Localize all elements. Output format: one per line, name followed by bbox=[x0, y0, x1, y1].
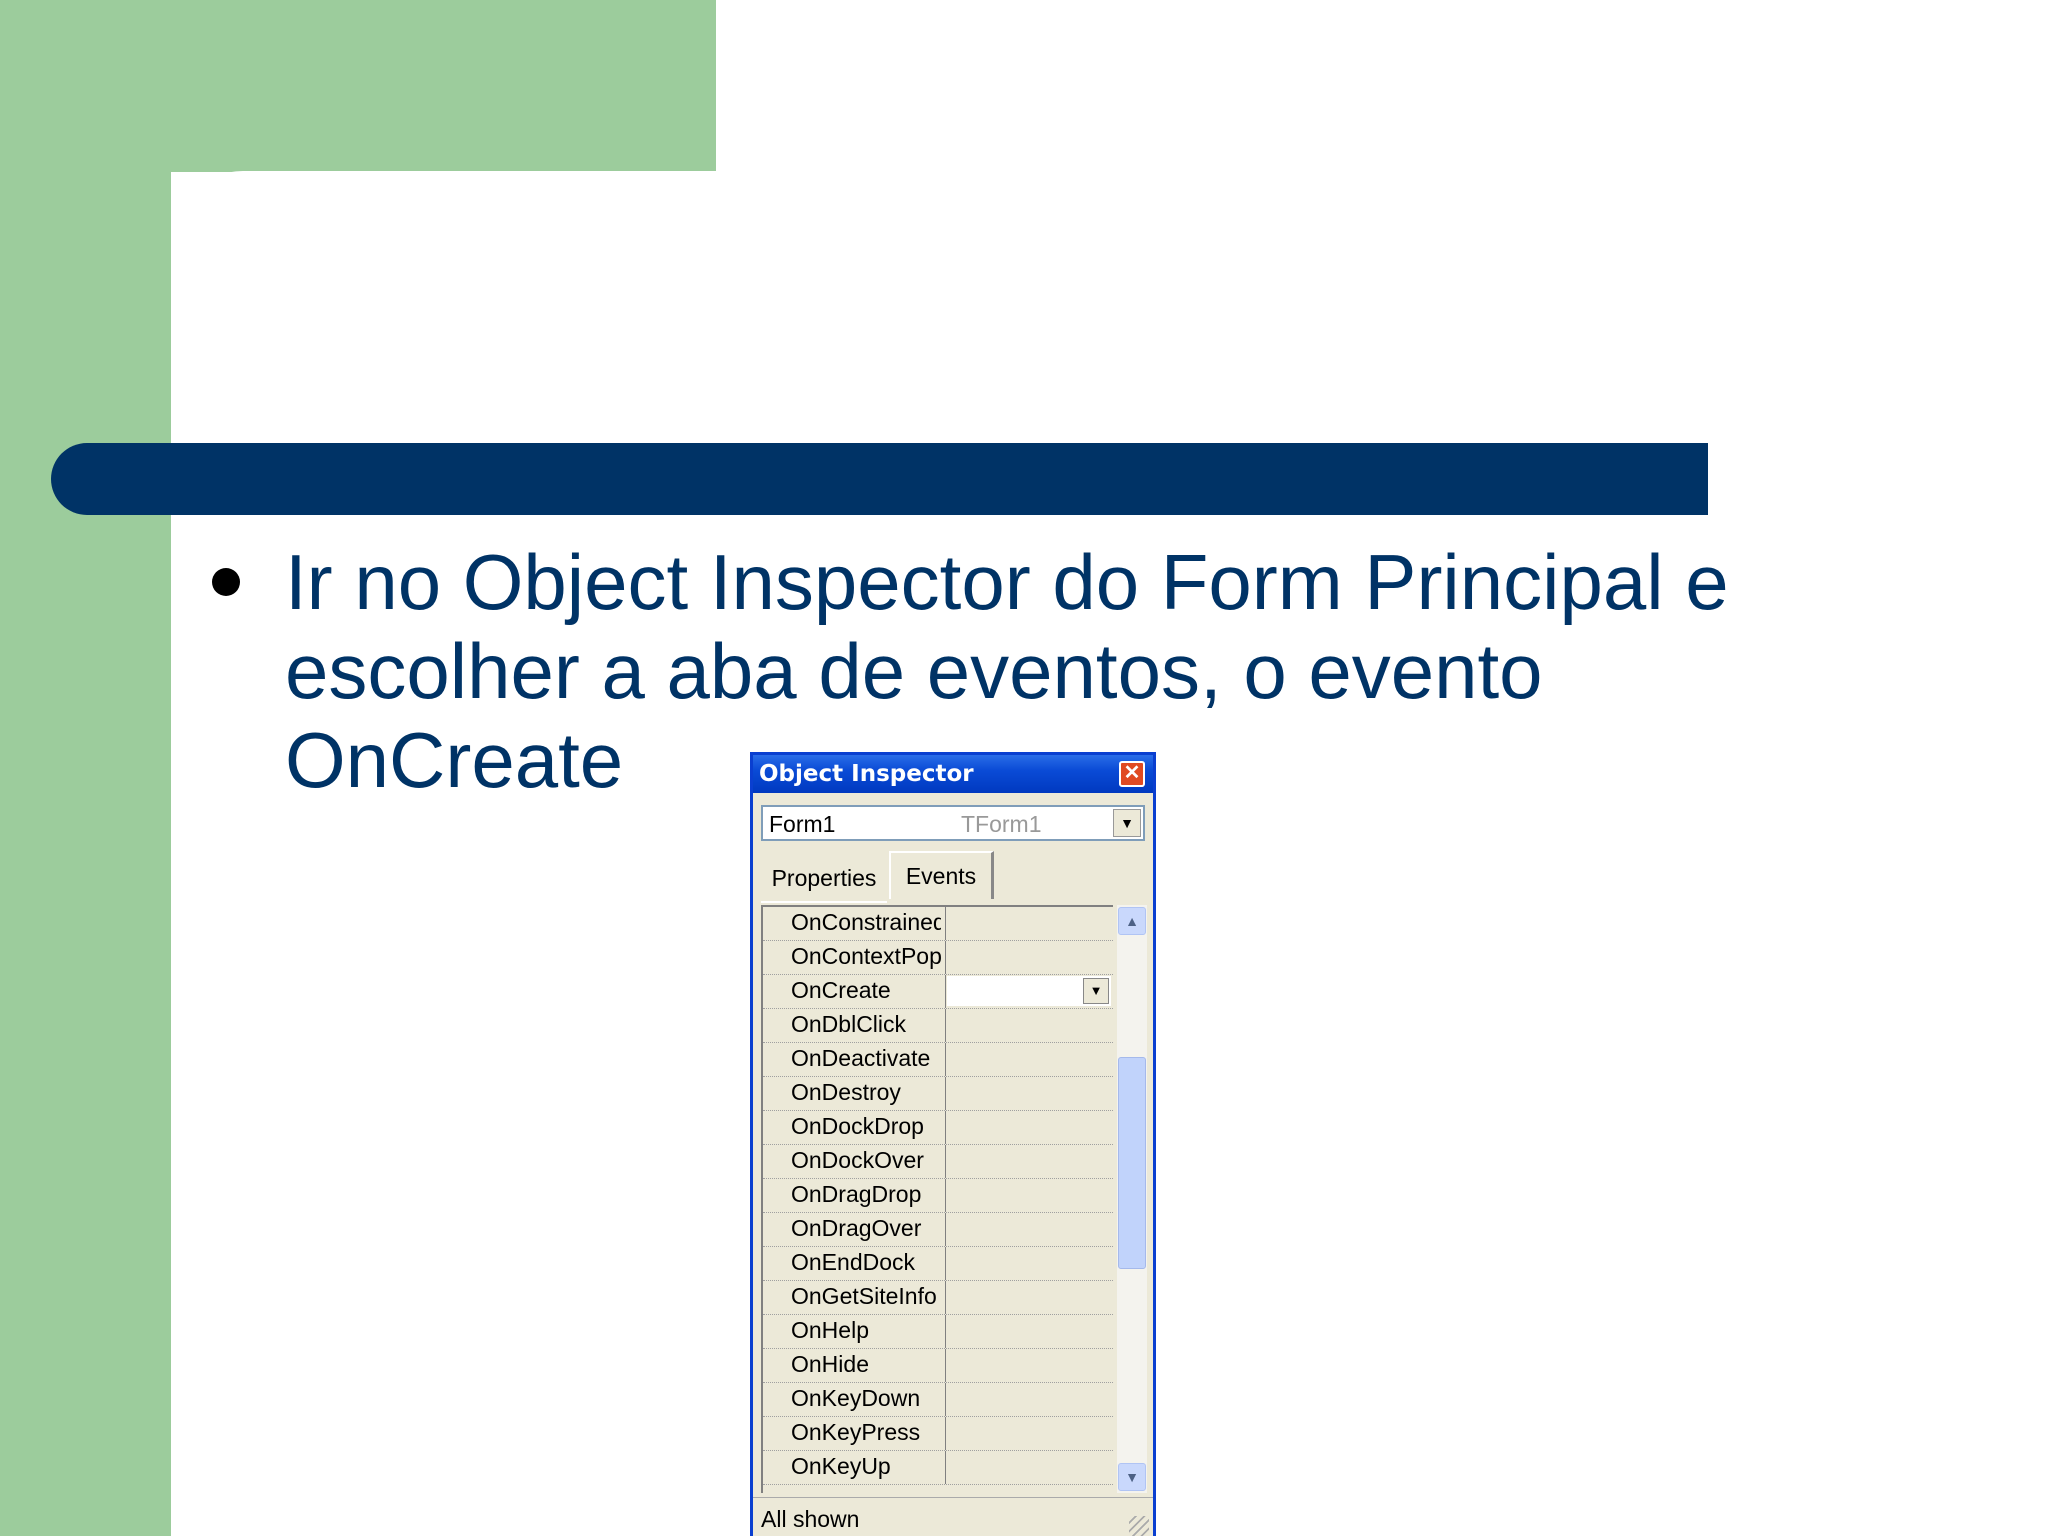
event-row[interactable]: OnEndDock bbox=[763, 1247, 1113, 1281]
event-row[interactable]: OnDblClick bbox=[763, 1009, 1113, 1043]
event-name: OnDblClick bbox=[791, 1011, 907, 1037]
chevron-down-icon[interactable]: ▼ bbox=[1083, 978, 1109, 1004]
event-row[interactable]: OnDockOver bbox=[763, 1145, 1113, 1179]
event-name: OnGetSiteInfo bbox=[791, 1283, 937, 1309]
event-name: OnDockOver bbox=[791, 1147, 924, 1173]
object-inspector-window: Object Inspector ✕ Form1 TForm1 ▼ Proper… bbox=[750, 752, 1156, 1536]
window-title: Object Inspector bbox=[759, 761, 974, 787]
event-name: OnContextPopup bbox=[791, 943, 941, 969]
event-name: OnEndDock bbox=[791, 1249, 916, 1275]
event-row[interactable]: OnKeyPress bbox=[763, 1417, 1113, 1451]
event-row[interactable]: OnDockDrop bbox=[763, 1111, 1113, 1145]
event-row[interactable]: OnConstrainedResize bbox=[763, 907, 1113, 941]
scrollbar-thumb[interactable] bbox=[1118, 1057, 1146, 1269]
event-row-selected[interactable]: OnCreate ▼ bbox=[763, 975, 1113, 1009]
chevron-down-icon[interactable]: ▼ bbox=[1118, 1463, 1146, 1491]
selected-object-type: TForm1 bbox=[961, 811, 1042, 837]
event-row[interactable]: OnContextPopup bbox=[763, 941, 1113, 975]
object-selector-combo[interactable]: Form1 TForm1 ▼ bbox=[761, 805, 1145, 841]
event-row[interactable]: OnDragDrop bbox=[763, 1179, 1113, 1213]
status-text: All shown bbox=[761, 1506, 860, 1532]
close-icon[interactable]: ✕ bbox=[1119, 761, 1145, 787]
event-grid: OnConstrainedResize OnContextPopup OnCre… bbox=[761, 905, 1113, 1493]
event-row[interactable]: OnKeyDown bbox=[763, 1383, 1113, 1417]
event-name: OnCreate bbox=[791, 977, 891, 1003]
tab-properties[interactable]: Properties bbox=[761, 855, 887, 903]
green-side-bar bbox=[0, 0, 171, 1536]
tab-events[interactable]: Events bbox=[889, 851, 994, 899]
title-bar bbox=[51, 443, 1708, 515]
event-row[interactable]: OnDeactivate bbox=[763, 1043, 1113, 1077]
event-row[interactable]: OnHelp bbox=[763, 1315, 1113, 1349]
vertical-scrollbar[interactable]: ▲ ▼ bbox=[1117, 905, 1147, 1493]
event-row[interactable]: OnGetSiteInfo bbox=[763, 1281, 1113, 1315]
event-name: OnKeyDown bbox=[791, 1385, 921, 1411]
event-name: OnDeactivate bbox=[791, 1045, 931, 1071]
resize-grip-icon[interactable] bbox=[1129, 1516, 1149, 1536]
selected-object-name: Form1 bbox=[769, 811, 836, 837]
event-row[interactable]: OnDestroy bbox=[763, 1077, 1113, 1111]
event-name: OnHelp bbox=[791, 1317, 869, 1343]
chevron-up-icon[interactable]: ▲ bbox=[1118, 907, 1146, 935]
window-titlebar[interactable]: Object Inspector ✕ bbox=[753, 755, 1153, 793]
chevron-down-icon[interactable]: ▼ bbox=[1113, 809, 1141, 837]
status-bar: All shown bbox=[753, 1497, 1153, 1536]
event-row[interactable]: OnDragOver bbox=[763, 1213, 1113, 1247]
event-name: OnHide bbox=[791, 1351, 869, 1377]
bullet-point bbox=[212, 568, 240, 596]
event-name: OnConstrainedResize bbox=[791, 909, 941, 935]
event-row[interactable]: OnHide bbox=[763, 1349, 1113, 1383]
event-handler-field[interactable]: ▼ bbox=[947, 976, 1111, 1006]
event-name: OnDragOver bbox=[791, 1215, 922, 1241]
event-name: OnKeyPress bbox=[791, 1419, 921, 1445]
event-name: OnDestroy bbox=[791, 1079, 901, 1105]
event-row[interactable]: OnKeyUp bbox=[763, 1451, 1113, 1485]
event-name: OnDockDrop bbox=[791, 1113, 924, 1139]
event-name: OnKeyUp bbox=[791, 1453, 891, 1479]
event-name: OnDragDrop bbox=[791, 1181, 922, 1207]
inspector-tabs: Properties Events bbox=[761, 851, 1145, 903]
